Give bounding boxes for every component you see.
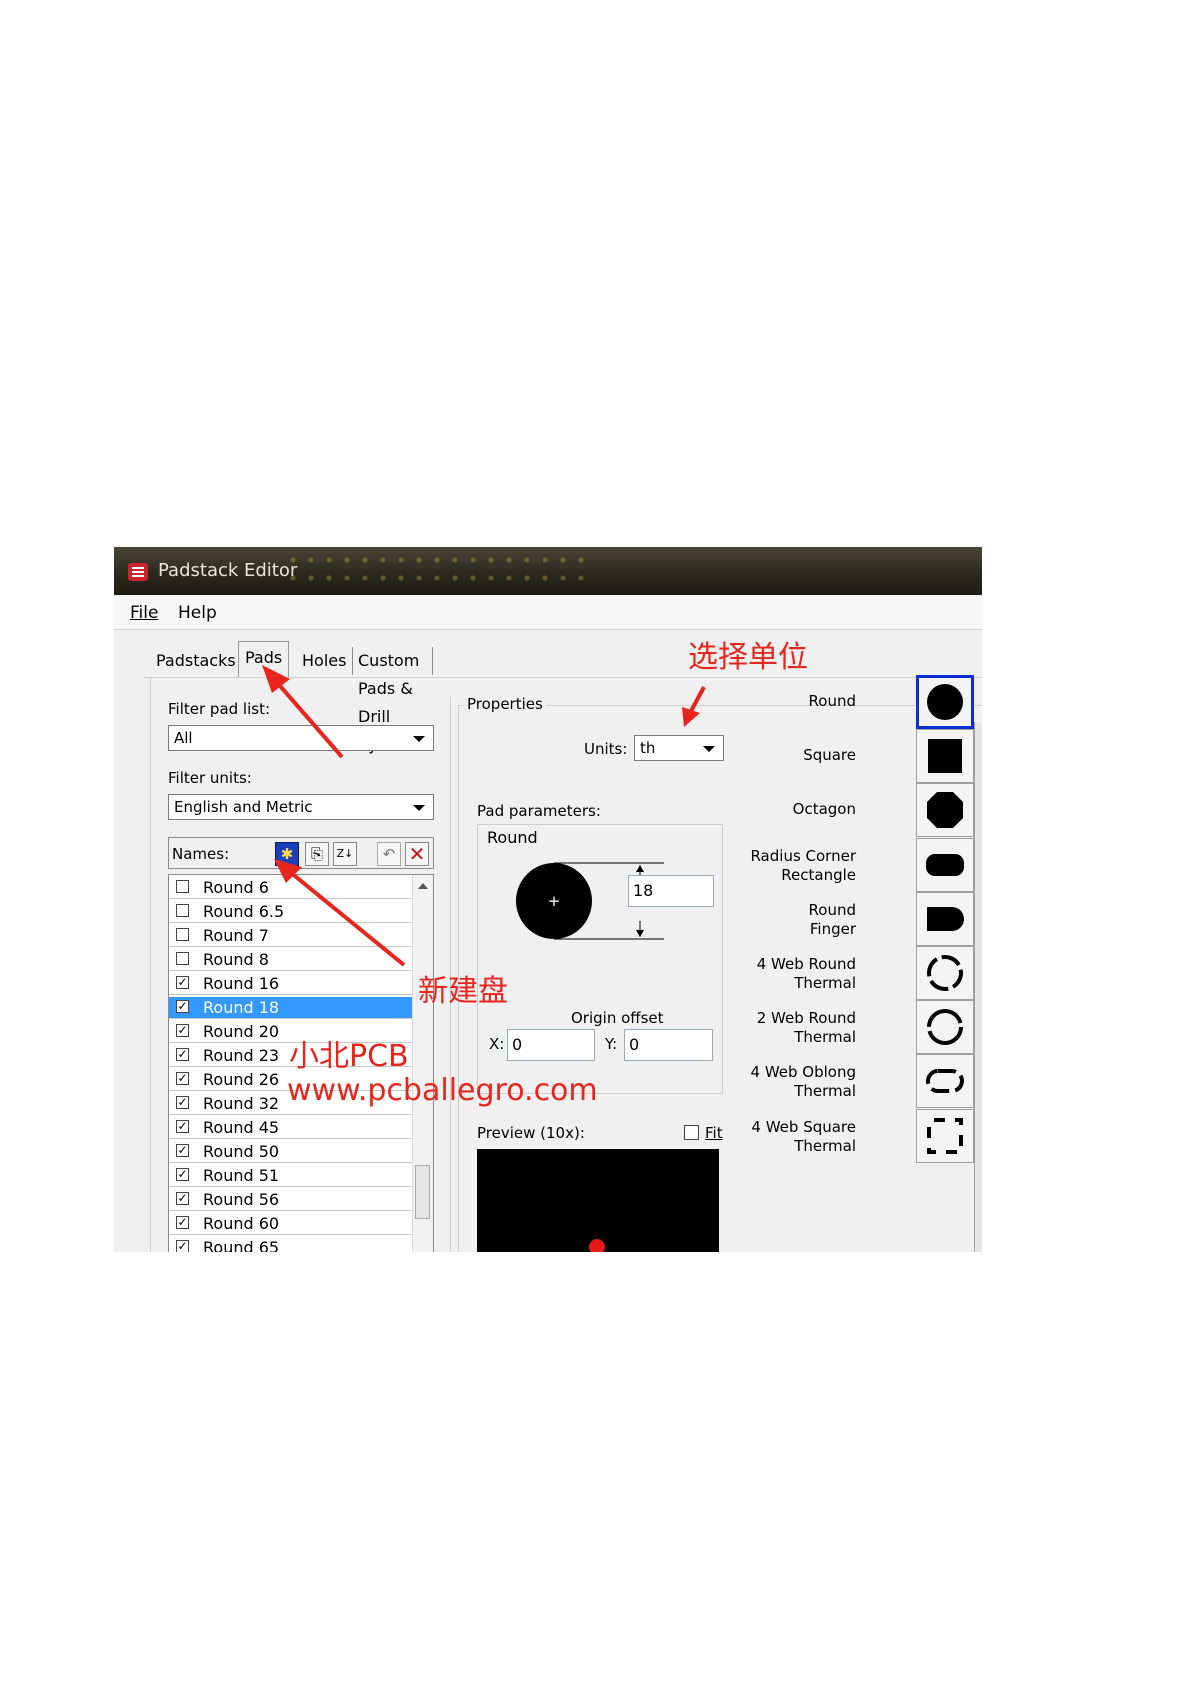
shape-label: 2 Web Round Thermal [756, 1009, 856, 1047]
shape-label: Octagon [792, 800, 856, 819]
annotation-brand: 小北PCB [289, 1039, 409, 1074]
shape-label: 4 Web Oblong Thermal [750, 1063, 856, 1101]
4web-square-thermal-icon [925, 1116, 965, 1160]
4web-round-thermal-icon [925, 953, 965, 997]
shape-button-4web-square-thermal[interactable] [916, 1108, 974, 1163]
2web-round-thermal-icon [925, 1007, 965, 1051]
shape-button-4web-oblong-thermal[interactable] [916, 1054, 974, 1109]
shape-button-octagon-pad[interactable] [916, 783, 974, 838]
round-finger-pad-icon [925, 899, 965, 943]
padstack-editor-window: Padstack Editor File Help Padstacks Pads… [114, 547, 982, 1252]
annotation-website: www.pcballegro.com [287, 1073, 598, 1108]
shape-label: Round Finger [808, 900, 856, 938]
shape-button-radius-rectangle-pad[interactable] [916, 837, 974, 892]
shape-label: Round [808, 692, 856, 710]
shape-button-round-finger-pad[interactable] [916, 891, 974, 946]
shape-label: 4 Web Round Thermal [756, 955, 856, 992]
radius-rectangle-pad-icon [925, 845, 965, 889]
round-pad-icon [925, 682, 965, 726]
shape-button-square-pad[interactable] [916, 729, 974, 784]
shape-button-4web-round-thermal[interactable] [916, 946, 974, 1000]
annotation-new-pad: 新建盘 [418, 974, 508, 1009]
4web-oblong-thermal-icon [925, 1061, 965, 1105]
shape-label: Radius Corner Rectangle [750, 846, 856, 884]
octagon-pad-icon [925, 790, 965, 834]
square-pad-icon [925, 736, 965, 780]
shape-label: Square [803, 746, 856, 765]
shape-button-round-pad[interactable] [916, 675, 974, 729]
annotation-select-units: 选择单位 [688, 640, 808, 675]
shape-button-2web-round-thermal[interactable] [916, 1000, 974, 1055]
shape-label: 4 Web Square Thermal [751, 1117, 856, 1155]
